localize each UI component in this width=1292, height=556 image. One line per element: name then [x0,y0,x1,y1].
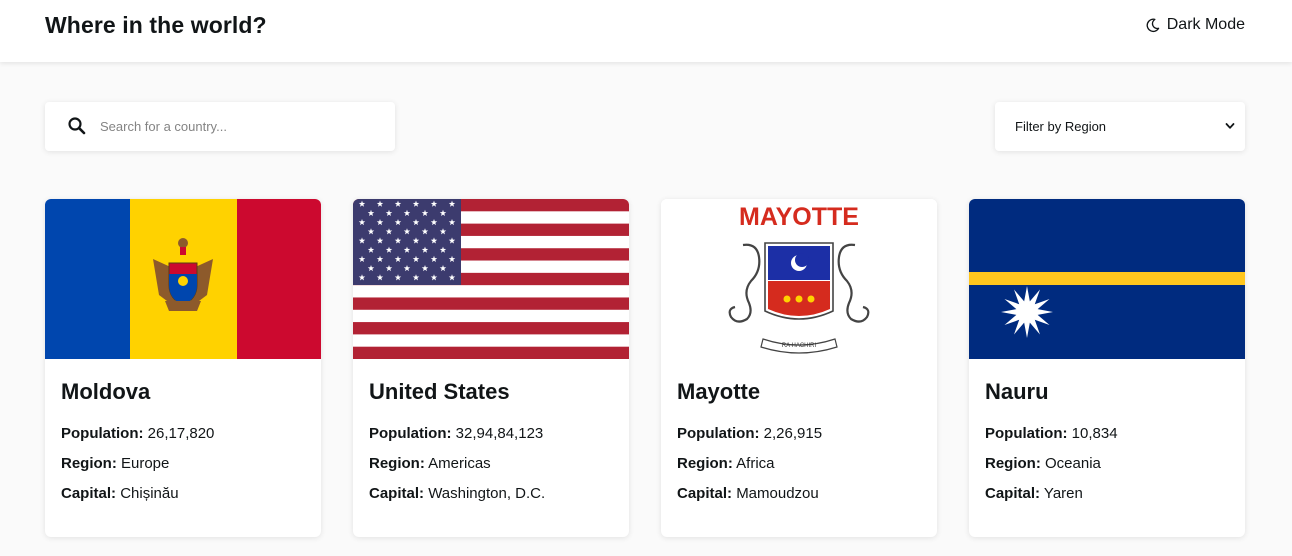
moon-icon [1146,18,1159,32]
capital-label: Capital: [985,485,1041,502]
capital-value: Washington, D.C. [428,485,546,502]
dark-mode-label: Dark Mode [1166,16,1245,33]
population-label: Population: [985,425,1068,442]
population-row: Population: 32,94,84,123 [369,425,613,443]
population-row: Population: 26,17,820 [61,425,305,443]
capital-row: Capital: Chișinău [61,485,305,503]
capital-row: Capital: Washington, D.C. [369,485,613,503]
capital-label: Capital: [61,485,117,502]
country-grid: Moldova Population: 26,17,820 Region: Eu… [45,199,1245,537]
search-box[interactable] [45,102,395,151]
search-icon [68,117,86,135]
region-value: Americas [428,455,491,472]
region-filter-select[interactable]: Filter by Region [995,102,1245,151]
region-row: Region: Oceania [985,455,1229,473]
chevron-down-icon [1225,123,1235,129]
region-value: Europe [121,455,170,472]
population-value: 2,26,915 [763,425,823,442]
population-value: 10,834 [1071,425,1118,442]
country-name: Moldova [61,379,151,404]
app-header: Where in the world? Dark Mode [0,0,1292,62]
population-label: Population: [61,425,144,442]
capital-row: Capital: Yaren [985,485,1229,503]
capital-label: Capital: [677,485,733,502]
population-row: Population: 10,834 [985,425,1229,443]
capital-value: Chișinău [120,485,179,502]
region-filter-value: Filter by Region [1015,119,1107,134]
population-value: 32,94,84,123 [455,425,544,442]
region-label: Region: [677,455,733,472]
population-row: Population: 2,26,915 [677,425,921,443]
region-row: Region: Europe [61,455,305,473]
country-name: Mayotte [677,379,761,404]
moldova-flag [45,199,321,359]
region-label: Region: [61,455,117,472]
capital-row: Capital: Mamoudzou [677,485,921,503]
region-row: Region: Africa [677,455,921,473]
region-row: Region: Americas [369,455,613,473]
population-value: 26,17,820 [147,425,215,442]
country-name: Nauru [985,379,1049,404]
dark-mode-toggle[interactable]: Dark Mode [1145,16,1245,34]
capital-label: Capital: [369,485,425,502]
population-label: Population: [369,425,452,442]
region-label: Region: [985,455,1041,472]
population-label: Population: [677,425,760,442]
region-value: Oceania [1045,455,1101,472]
mayotte-flag-motto: RA HACHIRI [782,343,817,349]
region-value: Africa [736,455,775,472]
region-label: Region: [369,455,425,472]
mayotte-flag: MAYOTTE RA HACHIRI [661,199,937,359]
mayotte-flag-text: MAYOTTE [739,203,859,231]
capital-value: Yaren [1043,485,1083,502]
country-name: United States [369,379,510,404]
country-card[interactable]: Moldova Population: 26,17,820 Region: Eu… [45,199,321,537]
nauru-flag [969,199,1245,359]
country-card[interactable]: United States Population: 32,94,84,123 R… [353,199,629,537]
search-input[interactable] [100,102,380,151]
united-states-flag [353,199,629,359]
country-card[interactable]: MAYOTTE RA HACHIRI Mayotte Population: 2… [661,199,937,537]
page-title: Where in the world? [45,12,267,38]
capital-value: Mamoudzou [736,485,819,502]
country-card[interactable]: Nauru Population: 10,834 Region: Oceania… [969,199,1245,537]
